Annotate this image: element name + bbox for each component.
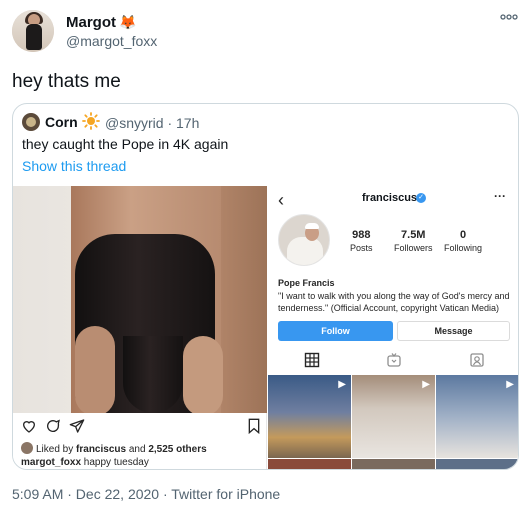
message-button[interactable]: Message <box>397 321 510 341</box>
back-chevron-icon[interactable]: ‹ <box>278 190 284 211</box>
comment-icon[interactable] <box>45 418 61 434</box>
bio-name: Pope Francis <box>278 278 335 288</box>
quote-author-meta[interactable]: @snyyrid · 17h <box>105 115 199 131</box>
liked-by-user[interactable]: franciscus <box>76 444 126 455</box>
quote-author-avatar[interactable] <box>22 113 40 131</box>
grid-thumbnail[interactable] <box>436 459 518 469</box>
caption-user[interactable]: margot_foxx <box>21 457 81 468</box>
bio-text: "I want to walk with you along the way o… <box>278 291 510 313</box>
show-thread-link[interactable]: Show this thread <box>22 158 126 174</box>
tweet-text: hey thats me <box>12 71 121 92</box>
heart-icon[interactable] <box>21 418 37 434</box>
grid-tab-icon[interactable] <box>304 352 320 368</box>
follow-button[interactable]: Follow <box>278 321 393 341</box>
stat-posts[interactable]: 988 Posts <box>350 229 373 253</box>
stat-followers[interactable]: 7.5M Followers <box>394 229 433 253</box>
tweet: Margot 🦊 @margot_foxx hey thats me Corn … <box>0 0 532 512</box>
quote-text: they caught the Pope in 4K again <box>22 136 229 152</box>
igtv-tab-icon[interactable] <box>386 352 402 368</box>
profile-tabs <box>268 350 518 372</box>
grid-thumbnail[interactable] <box>352 459 435 469</box>
share-icon[interactable] <box>69 418 85 434</box>
more-dots-icon[interactable]: ··· <box>494 189 506 203</box>
quoted-tweet[interactable]: Corn @snyyrid · 17h they caught the Pope… <box>12 103 519 470</box>
post-actions <box>21 418 261 438</box>
author-username[interactable]: @margot_foxx <box>66 33 157 49</box>
post-caption: margot_foxx happy tuesday <box>21 457 149 468</box>
more-horizontal-icon[interactable] <box>500 13 518 21</box>
video-play-icon: ▶ <box>338 379 346 390</box>
quote-author-display-name[interactable]: Corn <box>45 114 78 130</box>
liked-by-avatar <box>21 442 33 454</box>
tweet-timestamp[interactable]: 5:09 AM · Dec 22, 2020 · Twitter for iPh… <box>12 486 280 502</box>
grid-thumbnail[interactable]: ▶ <box>436 375 518 458</box>
post-photo <box>13 186 267 413</box>
grid-thumbnail[interactable] <box>268 459 351 469</box>
profile-handle: franciscus <box>362 192 418 204</box>
sun-icon <box>82 112 100 130</box>
verified-badge-icon: ✓ <box>416 193 426 203</box>
media-image-right[interactable]: ‹ franciscus ✓ ··· 988 Posts 7.5M Follow… <box>268 186 518 469</box>
author-avatar[interactable] <box>12 10 54 52</box>
author-display-name[interactable]: Margot <box>66 14 116 31</box>
liked-count[interactable]: 2,525 others <box>148 444 206 455</box>
profile-avatar[interactable] <box>278 214 330 266</box>
liked-by-text: Liked by franciscus and 2,525 others <box>21 442 207 455</box>
grid-thumbnail[interactable]: ▶ <box>352 375 435 458</box>
video-play-icon: ▶ <box>506 379 514 390</box>
stat-following[interactable]: 0 Following <box>444 229 482 253</box>
video-play-icon: ▶ <box>422 379 430 390</box>
bookmark-icon[interactable] <box>247 418 261 434</box>
media-image-left[interactable]: Liked by franciscus and 2,525 others mar… <box>13 186 267 469</box>
grid-thumbnail[interactable]: ▶ <box>268 375 351 458</box>
tagged-tab-icon[interactable] <box>469 352 485 368</box>
fox-emoji-icon: 🦊 <box>119 14 137 30</box>
